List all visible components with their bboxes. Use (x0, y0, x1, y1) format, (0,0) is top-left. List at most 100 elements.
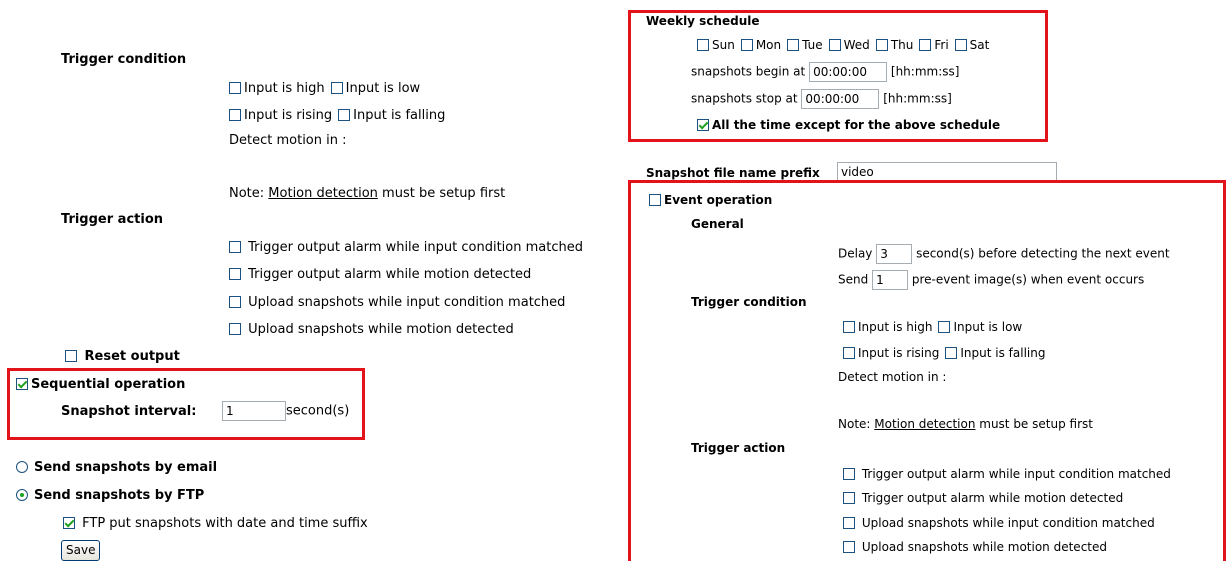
day-sat-checkbox[interactable] (954, 39, 967, 51)
event-input-rising-checkbox[interactable] (843, 347, 855, 359)
input-rising-label: Input is rising (244, 108, 333, 123)
event-detect-motion-label: Detect motion in : (838, 370, 947, 384)
day-label: Sat (969, 38, 990, 52)
delay-suffix: second(s) before detecting the next even… (916, 246, 1170, 261)
note-prefix: Note: (229, 186, 269, 201)
event-upload-motion-checkbox[interactable] (843, 541, 855, 553)
event-trigger-action-heading: Trigger action (691, 441, 786, 455)
day-label: Thu (890, 38, 914, 52)
event-alarm-motion-checkbox[interactable] (843, 492, 855, 504)
input-falling-checkbox[interactable] (338, 109, 351, 121)
event-motion-note: Note: Motion detection must be setup fir… (838, 417, 1093, 431)
day-mon-checkbox[interactable] (740, 39, 753, 51)
reset-output-label: Reset output (84, 349, 180, 364)
day-tue-checkbox[interactable] (787, 39, 800, 51)
event-trigger-condition-heading: Trigger condition (691, 295, 807, 309)
save-row: Save (61, 540, 101, 561)
event-operation-row: Event operation (649, 193, 772, 207)
reset-output-checkbox[interactable] (65, 350, 77, 362)
send-label: Send (838, 272, 869, 287)
delay-label: Delay (838, 246, 873, 261)
input-rising-checkbox[interactable] (229, 109, 241, 121)
event-note-prefix: Note: (838, 417, 875, 431)
ftp-suffix-label: FTP put snapshots with date and time suf… (82, 516, 368, 531)
day-wed-checkbox[interactable] (828, 39, 841, 51)
event-upload-input-checkbox[interactable] (843, 517, 855, 529)
trigger-action-item: Upload snapshots while motion detected (229, 322, 514, 337)
event-input-low-label: Input is low (953, 320, 1023, 334)
event-motion-detection-link[interactable]: Motion detection (874, 417, 975, 431)
event-action-label: Trigger output alarm while motion detect… (861, 491, 1124, 505)
day-sun-checkbox[interactable] (697, 39, 709, 51)
trigger-action-item: Trigger output alarm while input conditi… (229, 240, 583, 255)
event-action-item: Trigger output alarm while input conditi… (843, 467, 1171, 481)
weekly-days-row: Sun Mon Tue Wed Thu Fri Sat (697, 38, 989, 52)
reset-output-row: Reset output (65, 349, 180, 364)
day-label: Tue (802, 38, 823, 52)
day-thu-checkbox[interactable] (875, 39, 888, 51)
input-high-checkbox[interactable] (229, 82, 241, 94)
event-alarm-input-checkbox[interactable] (843, 468, 855, 480)
event-action-label: Trigger output alarm while input conditi… (861, 467, 1171, 481)
event-action-item: Upload snapshots while input condition m… (843, 516, 1155, 530)
trigger-condition-row-2: Input is rising Input is falling (229, 108, 445, 123)
send-suffix: pre-event image(s) when event occurs (911, 272, 1145, 287)
motion-detection-link[interactable]: Motion detection (268, 186, 378, 201)
event-condition-row-2: Input is rising Input is falling (843, 346, 1045, 360)
upload-motion-checkbox[interactable] (229, 323, 241, 335)
snapshot-prefix-input[interactable]: video (837, 162, 1057, 182)
ftp-suffix-row: FTP put snapshots with date and time suf… (63, 516, 368, 531)
upload-input-checkbox[interactable] (229, 296, 241, 308)
sequential-operation-checkbox[interactable] (16, 378, 28, 390)
send-email-option: Send snapshots by email (16, 460, 217, 475)
send-ftp-radio[interactable] (16, 489, 28, 501)
send-ftp-option: Send snapshots by FTP (16, 488, 204, 503)
day-label: Fri (934, 38, 949, 52)
snapshot-prefix-label: Snapshot file name prefix (646, 166, 820, 180)
send-ftp-label: Send snapshots by FTP (34, 488, 205, 503)
snapshots-stop-input[interactable]: 00:00:00 (801, 89, 880, 109)
save-button[interactable]: Save (61, 540, 101, 561)
input-low-checkbox[interactable] (330, 82, 343, 94)
day-label: Mon (755, 38, 782, 52)
delay-row: Delay 3 second(s) before detecting the n… (838, 244, 1170, 264)
send-input[interactable]: 1 (872, 270, 909, 290)
event-input-high-checkbox[interactable] (843, 321, 855, 333)
day-fri-checkbox[interactable] (919, 39, 932, 51)
event-operation-checkbox[interactable] (649, 194, 661, 206)
send-row: Send 1 pre-event image(s) when event occ… (838, 270, 1144, 290)
ftp-suffix-checkbox[interactable] (63, 517, 75, 529)
snapshots-begin-row: snapshots begin at 00:00:00 [hh:mm:ss] (691, 62, 959, 82)
except-schedule-row: All the time except for the above schedu… (697, 118, 1000, 132)
input-high-label: Input is high (244, 81, 325, 96)
except-schedule-checkbox[interactable] (697, 119, 709, 131)
sequential-operation-label: Sequential operation (31, 377, 186, 392)
snapshots-begin-label: snapshots begin at (691, 64, 806, 79)
trigger-action-label: Upload snapshots while input condition m… (248, 295, 566, 310)
snapshots-begin-input[interactable]: 00:00:00 (809, 62, 888, 82)
time-format-label: [hh:mm:ss] (883, 91, 952, 106)
event-operation-label: Event operation (664, 193, 773, 207)
snapshot-interval-input[interactable]: 1 (222, 401, 286, 421)
snapshot-interval-row: 1 second(s) (222, 401, 349, 421)
weekly-schedule-heading: Weekly schedule (646, 14, 760, 28)
input-falling-label: Input is falling (353, 108, 446, 123)
time-format-label: [hh:mm:ss] (890, 64, 960, 79)
day-label: Sun (712, 38, 735, 52)
send-email-radio[interactable] (16, 461, 28, 473)
snapshots-stop-label: snapshots stop at (691, 91, 798, 106)
motion-note: Note: Motion detection must be setup fir… (229, 186, 505, 201)
trigger-action-heading: Trigger action (61, 212, 164, 227)
delay-input[interactable]: 3 (876, 244, 913, 264)
event-action-label: Upload snapshots while input condition m… (861, 516, 1155, 530)
trigger-alarm-motion-checkbox[interactable] (229, 268, 241, 280)
snapshots-stop-row: snapshots stop at 00:00:00 [hh:mm:ss] (691, 89, 952, 109)
event-input-low-checkbox[interactable] (938, 321, 951, 333)
trigger-action-item: Upload snapshots while input condition m… (229, 295, 565, 310)
trigger-action-label: Trigger output alarm while input conditi… (248, 240, 583, 255)
trigger-alarm-input-checkbox[interactable] (229, 241, 241, 253)
sequential-operation-row: Sequential operation (16, 377, 185, 392)
trigger-action-item: Trigger output alarm while motion detect… (229, 267, 531, 282)
event-input-falling-checkbox[interactable] (945, 347, 958, 359)
day-label: Wed (843, 38, 870, 52)
